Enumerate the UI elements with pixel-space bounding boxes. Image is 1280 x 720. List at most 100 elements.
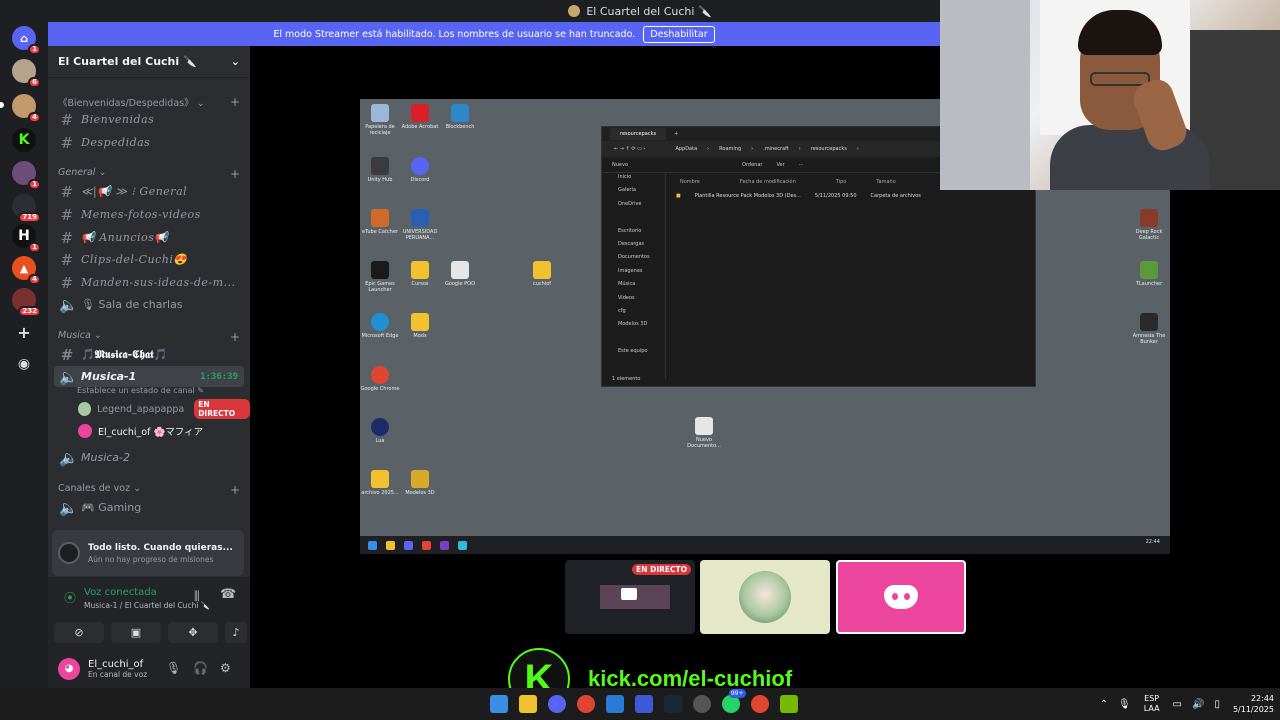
call-timer: 1:36:39 — [200, 371, 238, 382]
desktop-icon: Modelos 3D — [400, 470, 440, 496]
camera-off-button[interactable]: ⊘ — [54, 622, 104, 643]
guild-header[interactable]: El Cuartel del Cuchi 🔪 ⌄ — [48, 46, 250, 78]
microphone-icon[interactable]: 🎙 — [1118, 699, 1131, 710]
streamed-clock: 22:44 — [1145, 539, 1160, 545]
chevron-up-icon[interactable]: ⌃ — [1100, 699, 1108, 710]
volume-icon[interactable]: 🔊 — [1192, 699, 1204, 710]
category-voz[interactable]: Canales de voz ⌄ + — [58, 483, 240, 497]
whatsapp-icon[interactable]: 99+ — [721, 689, 746, 713]
app-icon[interactable] — [634, 695, 653, 713]
desktop-icon: Unity Hub — [360, 157, 400, 183]
explorer-columns: Nombre Fecha de modificación Tipo Tamaño — [680, 179, 896, 185]
participant-tile[interactable] — [700, 560, 830, 634]
desktop-icon: Cursos — [400, 261, 440, 287]
speaker-icon: 🔈 — [59, 448, 78, 467]
add-channel-icon[interactable]: + — [230, 330, 240, 344]
category-musica[interactable]: Musica ⌄ + — [58, 330, 240, 344]
avatar — [78, 402, 92, 416]
start-icon[interactable] — [489, 695, 508, 713]
voice-channel-musica-1[interactable]: 🔈 Musica-1 1:36:39 — [54, 366, 244, 387]
desktop-icon: Nuevo Documento... — [684, 417, 724, 449]
voice-location[interactable]: Musica-1 / El Cuartel del Cuchi 🔪 — [84, 601, 210, 610]
desktop-icon: Lua — [360, 418, 400, 444]
quest-icon — [58, 542, 80, 564]
soundboard-button[interactable]: ♪ — [225, 622, 247, 643]
server-icon[interactable]: 6 — [12, 59, 41, 88]
speaker-icon: 🔈 — [59, 295, 78, 314]
clock[interactable]: 22:44 5/11/2025 — [1233, 693, 1274, 715]
stream-thumbnail[interactable]: EN DIRECTO — [565, 560, 695, 634]
disable-streamer-button[interactable]: Deshabilitar — [643, 25, 715, 43]
server-icon — [568, 5, 581, 17]
discord-icon[interactable] — [547, 695, 566, 713]
channel-despedidas[interactable]: # Despedidas — [54, 132, 244, 153]
voice-channel-musica-2[interactable]: 🔈 Musica-2 — [54, 447, 244, 468]
chevron-down-icon[interactable]: ⌄ — [231, 55, 240, 68]
voice-status[interactable]: Voz conectada — [84, 587, 157, 598]
add-channel-icon[interactable]: + — [230, 167, 240, 181]
explorer-row: ■ Plantilla Resource Pack Modelos 3D (De… — [676, 193, 921, 199]
add-channel-icon[interactable]: + — [230, 95, 240, 109]
channel-anuncios[interactable]: # 📢 Anuncios📢 — [54, 227, 244, 248]
category-welcome[interactable]: 《Bienvenidas/Despedidas》 ⌄ + — [58, 95, 240, 109]
activities-button[interactable]: ✥ — [168, 622, 218, 643]
channel-clips[interactable]: # Clips-del-Cuchi😍 — [54, 249, 244, 270]
hash-icon: # — [60, 273, 74, 292]
server-icon[interactable]: 1 — [12, 161, 41, 190]
explorer-status: 1 elemento — [612, 376, 641, 382]
server-icon[interactable]: 4 — [12, 94, 41, 123]
channel-musica-chat[interactable]: # 🎵𝕸𝖚𝖘𝖎𝖈𝖆-𝕮𝖍𝖆𝖙🎵 — [54, 344, 244, 365]
app-icon[interactable] — [692, 695, 711, 713]
quest-title: Todo listo. Cuando quieras... — [88, 542, 233, 553]
voice-user[interactable]: Legend_apapappa EN DIRECTO — [78, 399, 250, 419]
steam-icon[interactable] — [663, 695, 682, 713]
desktop-icon: Epic Games Launcher — [360, 261, 400, 293]
channel-bienvenidas[interactable]: # Bienvenidas — [54, 109, 244, 130]
channel-memes[interactable]: # Memes-fotos-videos — [54, 204, 244, 225]
file-explorer-icon[interactable] — [518, 695, 537, 713]
nvidia-icon[interactable] — [779, 695, 798, 713]
microphone-icon[interactable]: 🎙 — [166, 661, 181, 675]
add-server-icon[interactable]: + — [12, 320, 36, 344]
category-general[interactable]: General ⌄ + — [58, 167, 240, 181]
server-icon[interactable]: ▲ 4 — [12, 256, 41, 285]
channel-general[interactable]: # ≪|📢 ≫ ⁝ General — [54, 181, 244, 202]
desktop-icon: Papelera de reciclaje — [360, 104, 400, 136]
discover-icon[interactable]: ◉ — [12, 352, 36, 376]
chrome-icon[interactable] — [576, 695, 595, 713]
server-icon[interactable]: 719 — [12, 194, 41, 223]
channel-status-setter[interactable]: Establece un estado de canal ✎ — [77, 386, 204, 395]
quest-subtitle: Aún no hay progreso de misiones — [88, 554, 214, 564]
quest-panel[interactable]: Todo listo. Cuando quieras... Aún no hay… — [52, 530, 244, 576]
signal-icon[interactable]: ⦿ — [64, 589, 76, 606]
live-badge: EN DIRECTO — [632, 564, 691, 575]
gear-icon[interactable]: ⚙ — [220, 661, 231, 675]
desktop-icon: Google Chrome — [360, 366, 400, 392]
server-icon[interactable]: 232 — [12, 288, 41, 317]
noise-suppression-icon[interactable]: ⫼ — [194, 589, 200, 604]
folder-icon: ■ — [676, 193, 681, 199]
add-channel-icon[interactable]: + — [230, 483, 240, 497]
vscode-icon[interactable] — [605, 695, 624, 713]
language-indicator[interactable]: ESP LAA — [1144, 694, 1160, 714]
hash-icon: # — [60, 110, 74, 129]
kick-server-icon[interactable]: K — [12, 128, 36, 152]
share-screen-button[interactable]: ▣ — [111, 622, 161, 643]
voice-panel: ⦿ Voz conectada Musica-1 / El Cuartel de… — [48, 577, 250, 688]
voice-channel-sala[interactable]: 🔈 🎙 Sala de charlas — [54, 294, 244, 315]
discord-home-icon[interactable]: ⌂ 1 — [12, 26, 41, 55]
voice-channel-gaming[interactable]: 🔈 🎮 Gaming — [54, 497, 244, 518]
desktop-icon: eTube Catcher — [360, 209, 400, 235]
battery-icon[interactable]: ▯ — [1214, 699, 1220, 710]
server-icon[interactable]: H1 — [12, 224, 41, 253]
headphones-icon[interactable]: 🎧 — [193, 661, 208, 675]
voice-user[interactable]: El_cuchi_of 🌸マフィア — [78, 422, 203, 440]
channel-manden[interactable]: # Manden-sus-ideas-de-m... — [54, 272, 244, 293]
participant-tile[interactable] — [836, 560, 966, 634]
network-icon[interactable]: ▭ — [1173, 699, 1182, 710]
chrome-icon[interactable] — [750, 695, 769, 713]
screen: El Cuartel del Cuchi 🔪 ⌂ 1 6 4 K 1 719 H1… — [0, 0, 1280, 720]
desktop-icon: Discord — [400, 157, 440, 183]
disconnect-icon[interactable]: ☎ — [220, 587, 236, 602]
banner-text: El modo Streamer está habilitado. Los no… — [273, 28, 636, 40]
